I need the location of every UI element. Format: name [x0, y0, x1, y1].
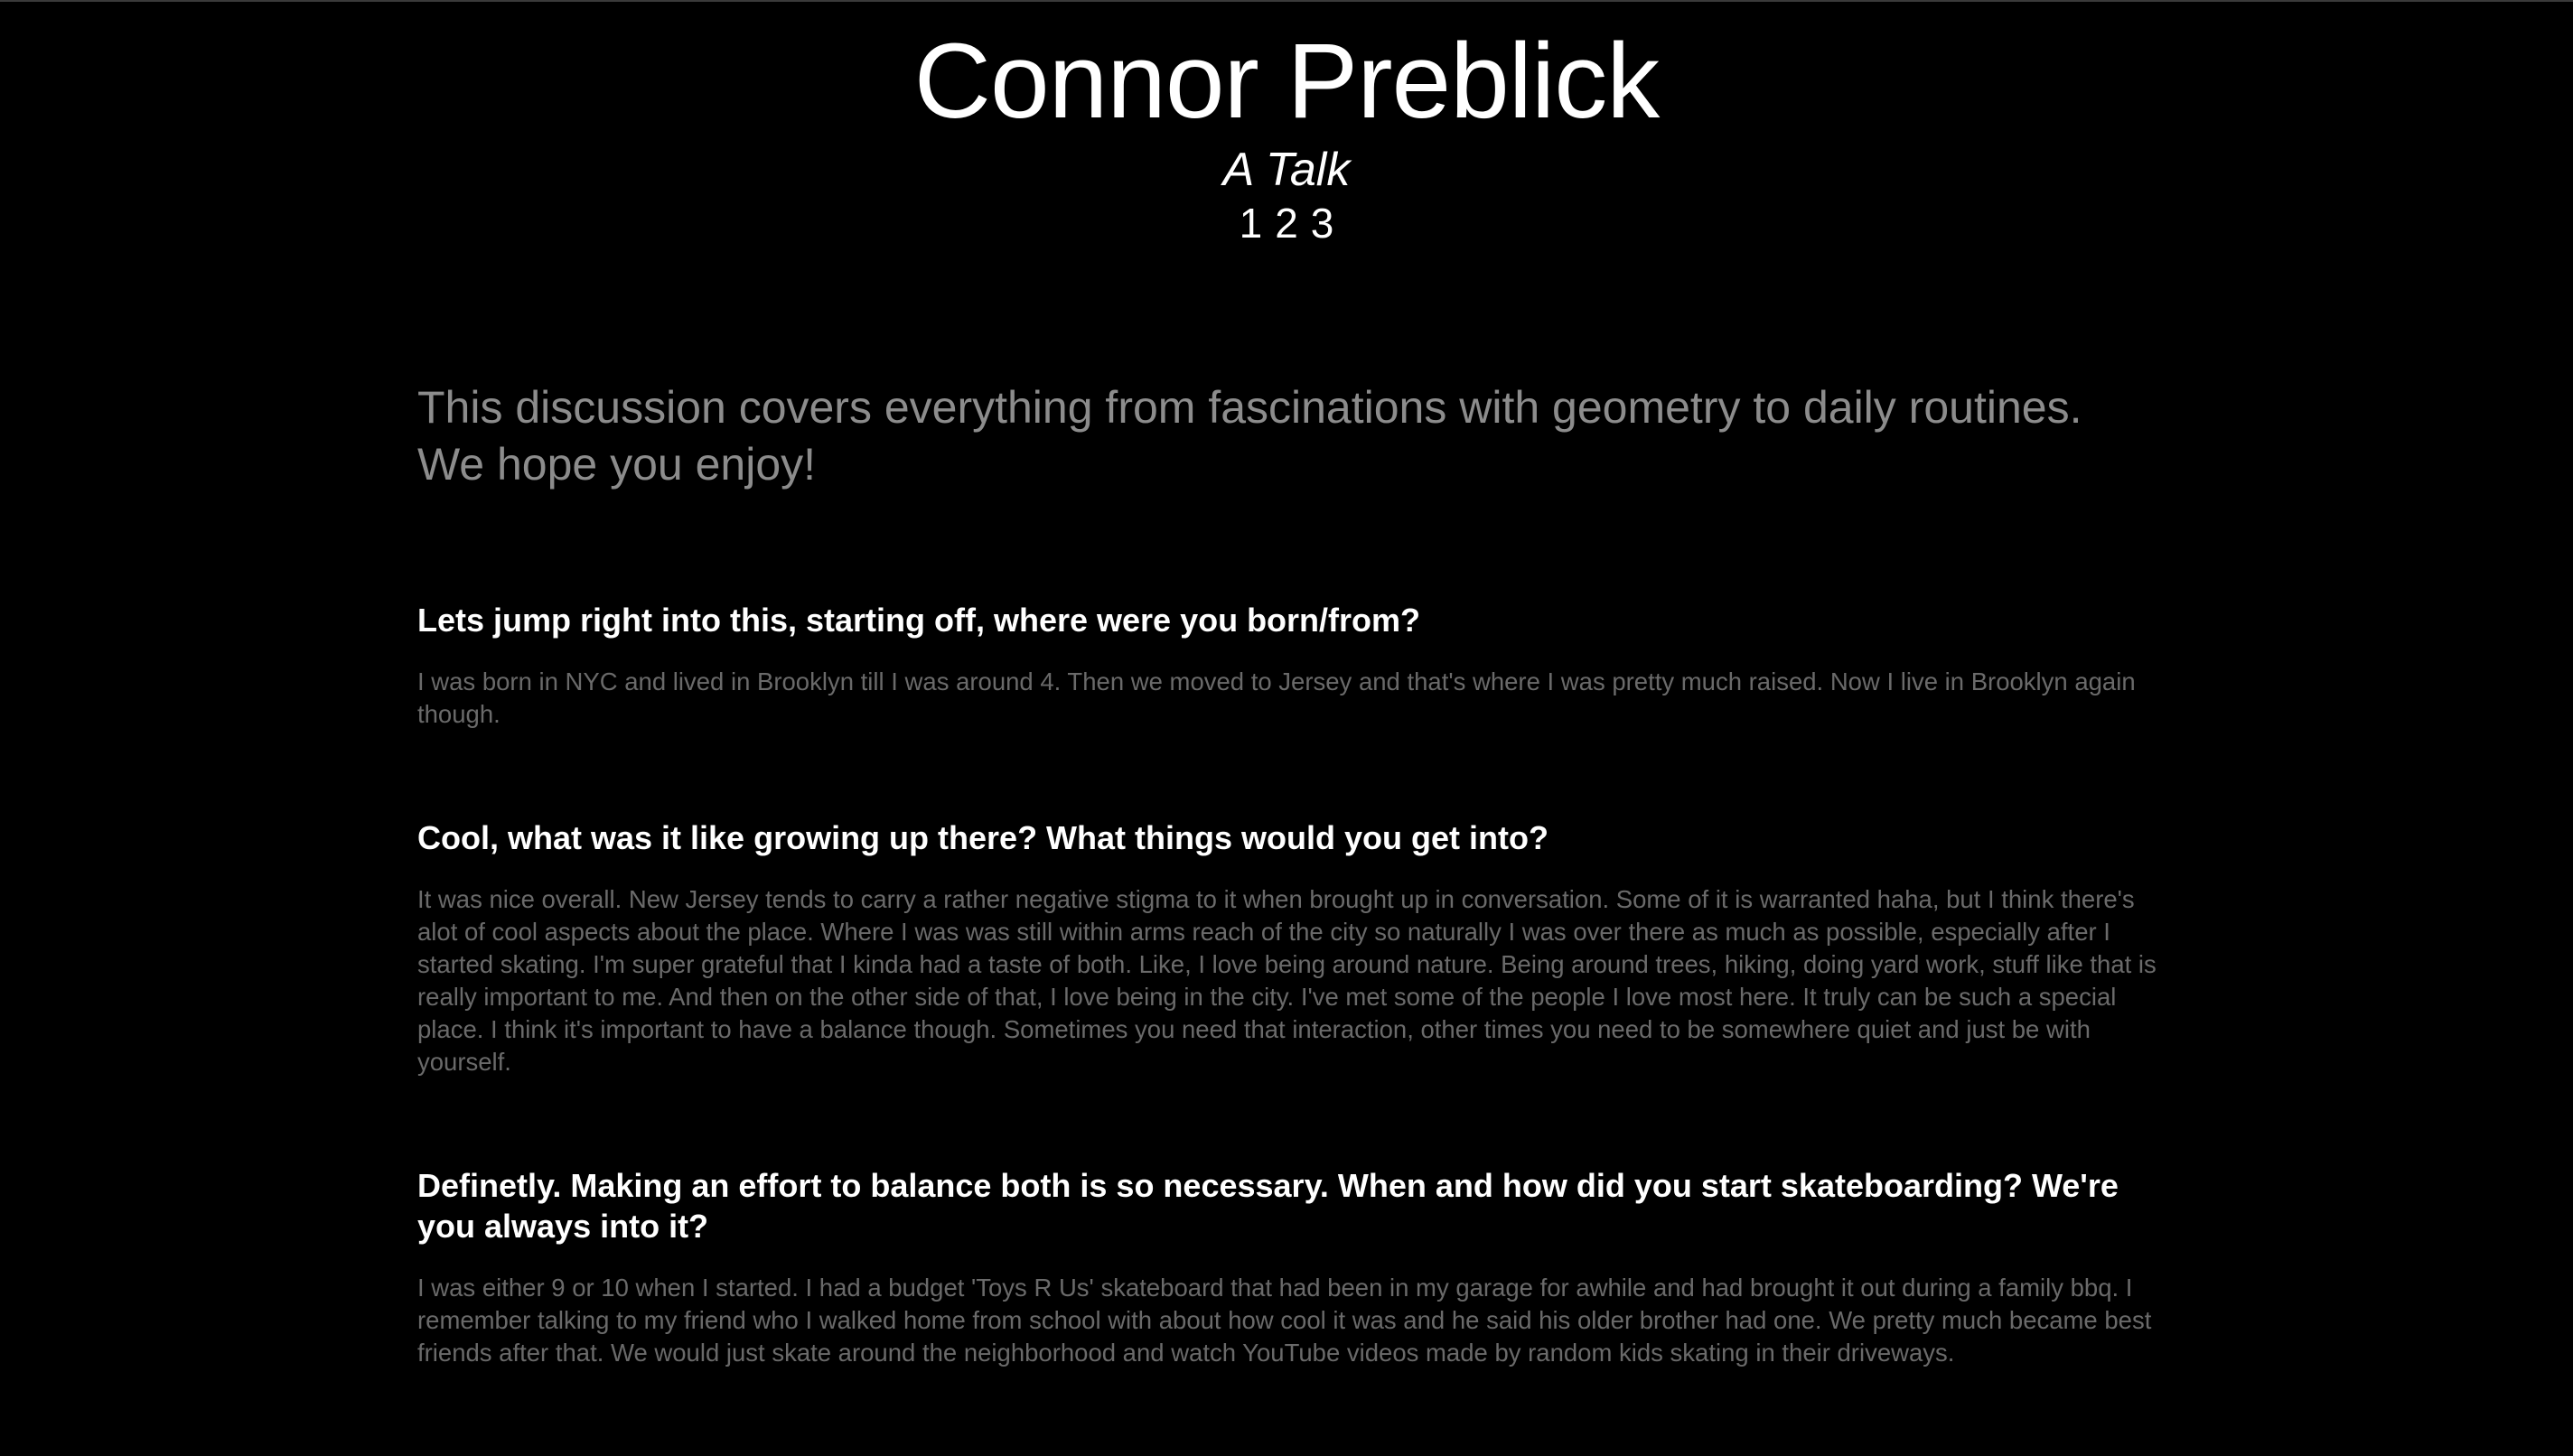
page-subtitle: A Talk: [1222, 144, 1351, 196]
qa-item: Definetly. Making an effort to balance b…: [417, 1165, 2161, 1369]
answer: I was born in NYC and lived in Brooklyn …: [417, 667, 2136, 728]
qa-item: Cool, what was it like growing up there?…: [417, 817, 2161, 1078]
qa-item: Lets jump right into this, starting off,…: [417, 600, 2161, 731]
page-link-3[interactable]: 3: [1311, 199, 1334, 247]
answer: It was nice overall. New Jersey tends to…: [417, 885, 2157, 1076]
intro-text: This discussion covers everything from f…: [417, 382, 2082, 490]
question: Definetly. Making an effort to balance b…: [417, 1167, 2119, 1245]
page-pagination: 1 2 3: [0, 199, 2573, 247]
question: Cool, what was it like growing up there?…: [417, 819, 1548, 856]
page-header: Connor Preblick A Talk 1 2 3: [0, 20, 2573, 247]
interview-content: This discussion covers everything from f…: [417, 379, 2161, 1456]
page-link-2[interactable]: 2: [1275, 199, 1298, 247]
question: Lets jump right into this, starting off,…: [417, 602, 1421, 639]
top-border: [0, 0, 2573, 2]
answer: I was either 9 or 10 when I started. I h…: [417, 1274, 2152, 1367]
page-title: Connor Preblick: [913, 22, 1660, 141]
page-link-1[interactable]: 1: [1240, 199, 1263, 247]
